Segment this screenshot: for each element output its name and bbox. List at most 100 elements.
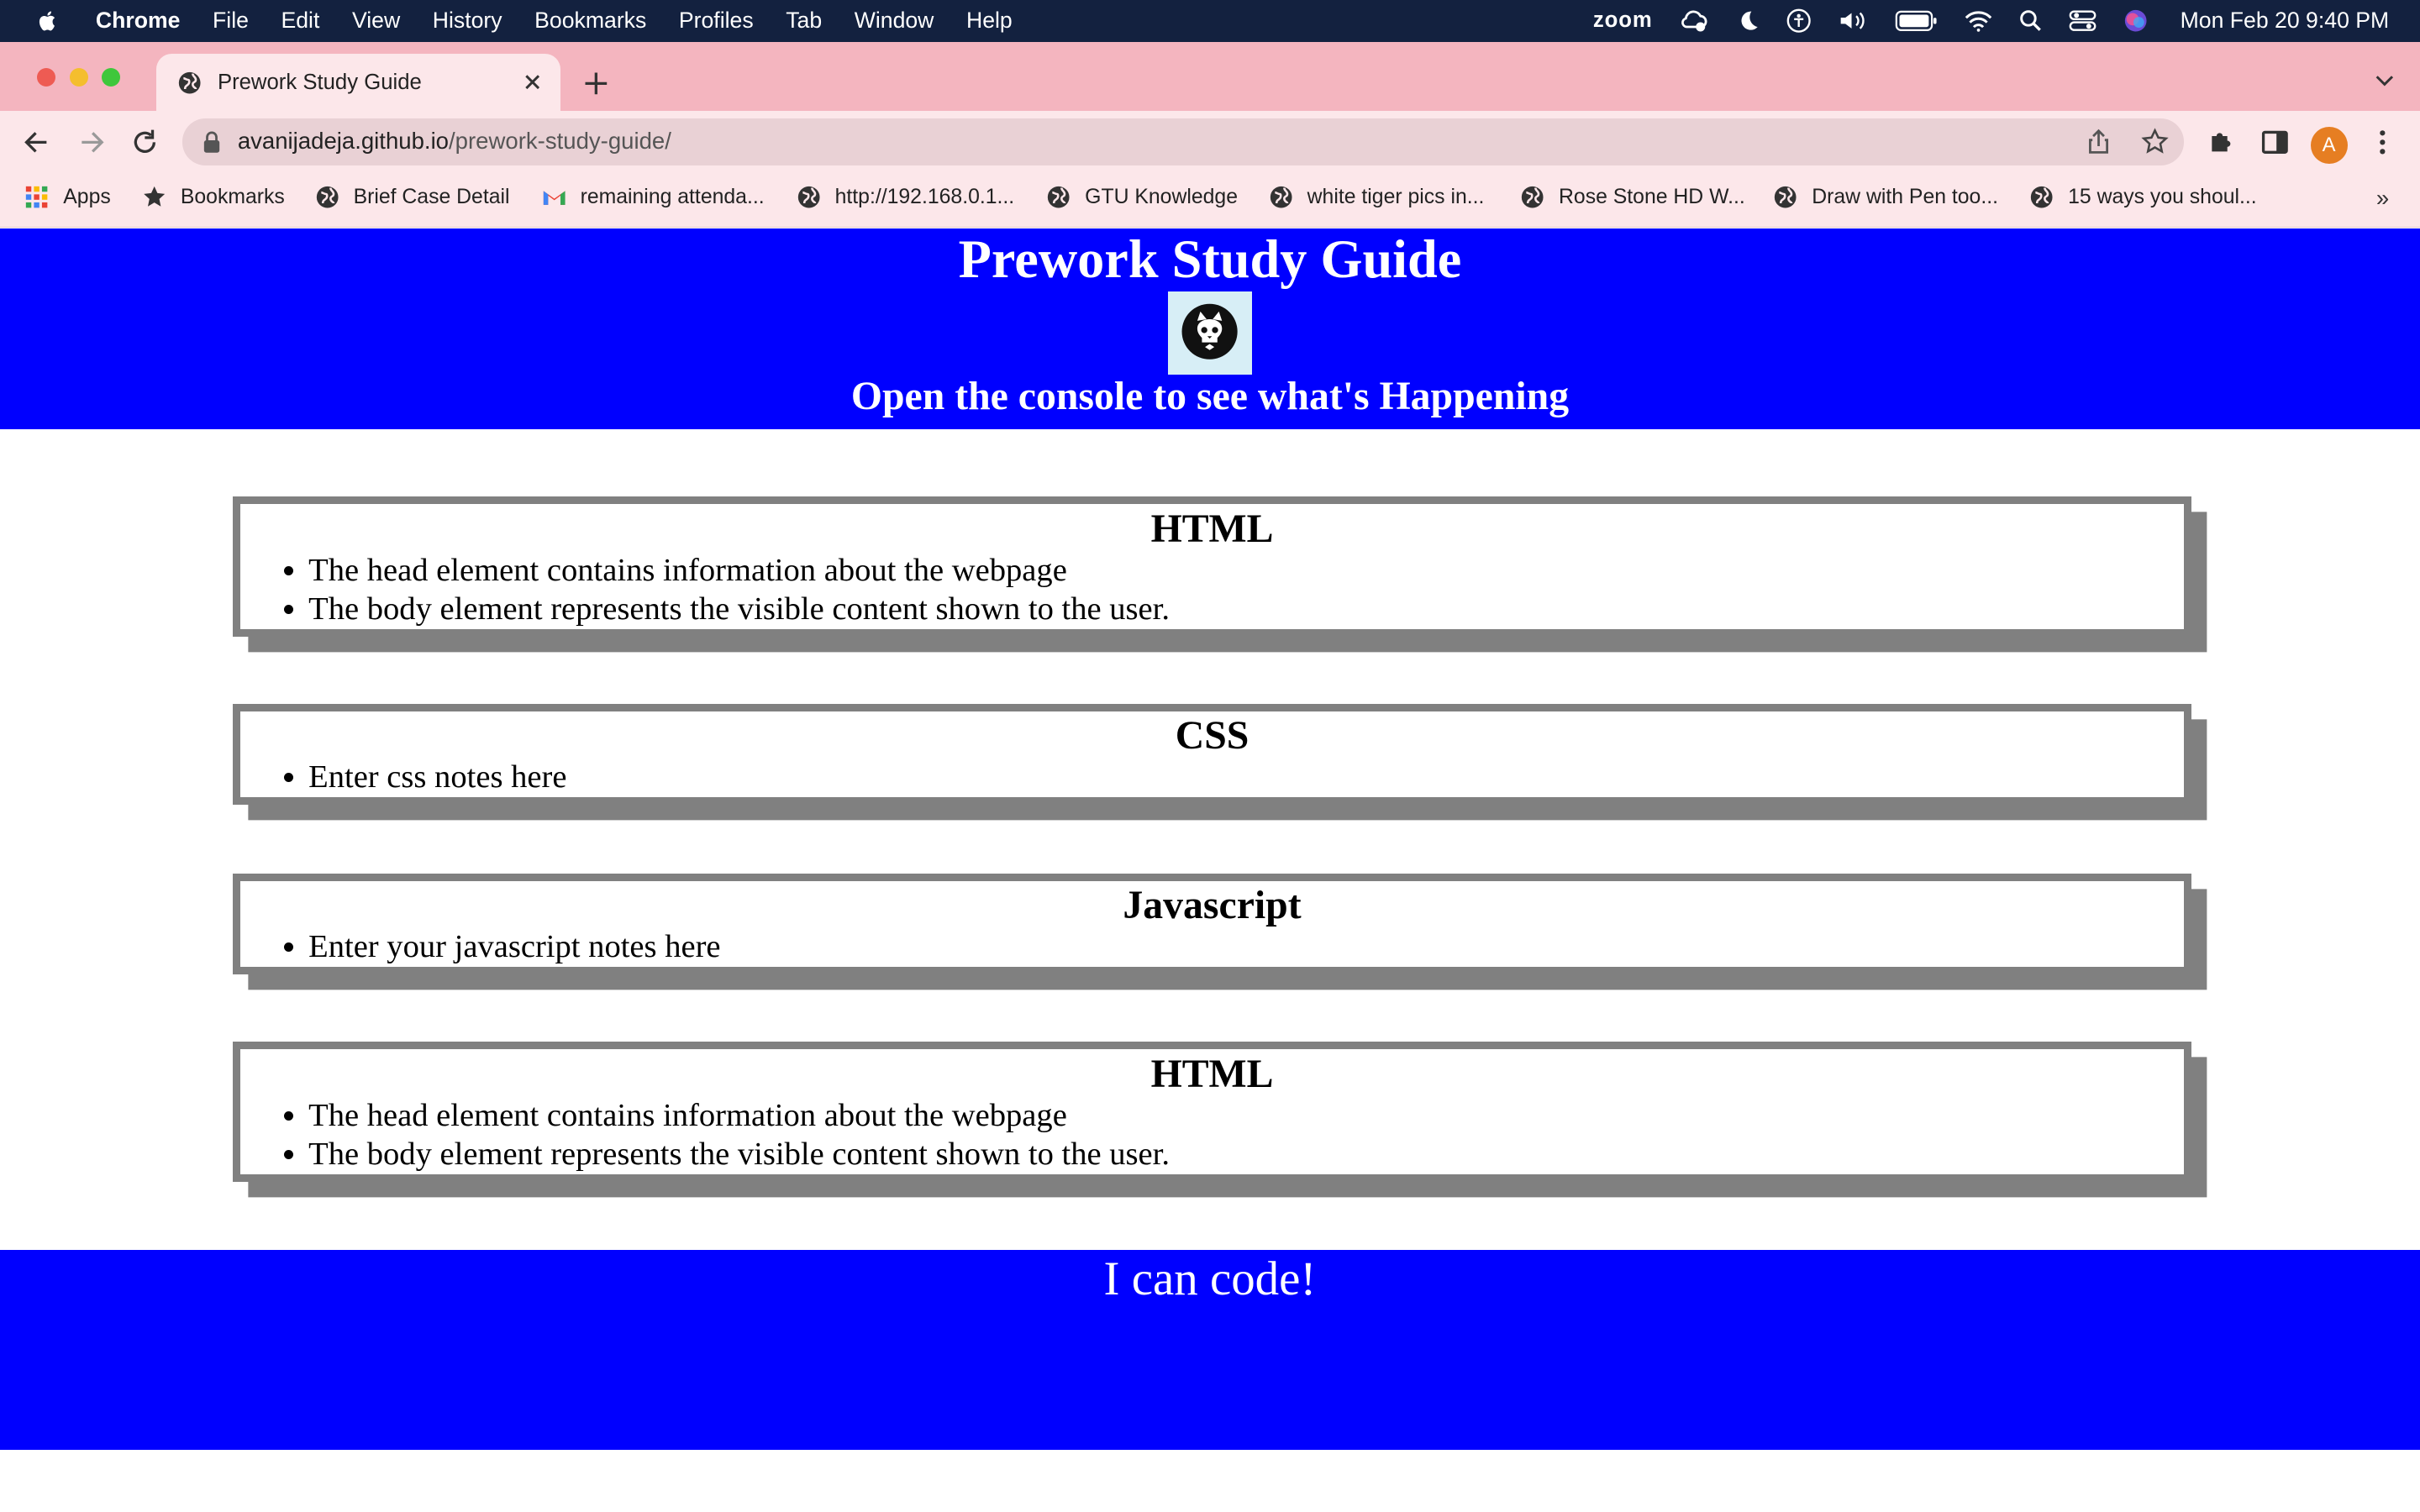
menu-edit[interactable]: Edit [281,8,319,34]
section-card-html-2: HTML The head element contains informati… [233,1041,2191,1182]
browser-tab-strip: Prework Study Guide [0,41,2420,112]
minimize-window-button[interactable] [69,67,88,87]
section-heading: Javascript [1123,883,1302,928]
globe-icon [179,71,201,94]
bookmark-apps[interactable]: Apps [24,185,111,209]
notes-list: The head element contains information ab… [240,1097,2183,1174]
apps-grid-icon [26,186,48,208]
menu-bookmarks[interactable]: Bookmarks [534,8,646,34]
globe-icon [1775,186,1797,208]
bookmark-label: Rose Stone HD W... [1559,186,1745,209]
side-panel-icon[interactable] [2260,127,2291,158]
bookmark-draw-with-pen[interactable]: Draw with Pen too... [1773,185,1998,209]
url-host: avanijadeja.github.io [237,128,450,155]
kebab-menu-icon[interactable] [2367,127,2398,158]
bookmark-brief-case[interactable]: Brief Case Detail [315,185,510,209]
moon-icon[interactable] [1736,8,1760,33]
section-heading: HTML [1150,1051,1274,1096]
list-item: The head element contains information ab… [308,552,2184,591]
notes-list: The head element contains information ab… [240,552,2183,629]
list-item: The body element represents the visible … [308,1136,2184,1174]
reload-icon[interactable] [129,127,160,158]
battery-icon[interactable] [1895,10,1938,32]
volume-icon[interactable] [1838,8,1869,33]
menu-file[interactable]: File [213,8,249,34]
back-arrow-icon[interactable] [22,127,53,158]
close-window-button[interactable] [37,67,56,87]
new-tab-icon[interactable] [581,68,612,99]
wifi-icon[interactable] [1965,10,1992,32]
browser-toolbar: avanijadeja.github.io/prework-study-guid… [0,111,2420,173]
menu-tab[interactable]: Tab [786,8,822,34]
notes-list: Enter css notes here [240,759,2183,797]
bookmark-15-ways[interactable]: 15 ways you shoul... [2029,185,2257,209]
address-bar[interactable]: avanijadeja.github.io/prework-study-guid… [182,118,2184,165]
section-heading: HTML [1150,507,1274,552]
gmail-icon [543,191,566,206]
bookmark-gtu-knowledge[interactable]: GTU Knowledge [1046,185,1238,209]
active-tab[interactable]: Prework Study Guide [155,54,560,112]
share-icon[interactable] [2085,128,2112,155]
maximize-window-button[interactable] [102,67,121,87]
bookmark-label: http://192.168.0.1... [834,186,1015,209]
siri-icon[interactable] [2123,8,2148,33]
globe-icon [797,186,820,208]
section-heading: CSS [1175,713,1249,759]
close-tab-icon[interactable] [520,70,544,94]
cloud-icon[interactable] [1679,8,1710,33]
menu-profiles[interactable]: Profiles [679,8,754,34]
menu-chrome[interactable]: Chrome [96,8,181,34]
site-logo [1168,291,1252,375]
globe-icon [1521,186,1544,208]
bookmark-label: Brief Case Detail [353,186,510,209]
tab-search-chevron-icon[interactable] [2374,70,2396,92]
lock-icon[interactable] [203,131,221,153]
page-subtitle: Open the console to see what's Happening [850,373,1570,418]
globe-icon [316,186,339,208]
menu-view[interactable]: View [352,8,400,34]
bookmark-router-ip[interactable]: http://192.168.0.1... [797,185,1014,209]
control-center-icon[interactable] [2069,8,2096,33]
globe-icon [1270,186,1292,208]
bookmark-remaining-attendance[interactable]: remaining attenda... [542,185,765,209]
star-icon [144,186,166,207]
menu-history[interactable]: History [433,8,502,34]
bookmarks-bar: Apps Bookmarks Brief Case Detail remaini… [0,172,2420,228]
more-bookmarks-chevron-icon[interactable]: » [2376,185,2389,212]
search-icon[interactable] [2018,8,2043,33]
footer-text: I can code! [1103,1252,1317,1305]
accessibility-icon[interactable] [1786,8,1812,33]
zoom-status-item[interactable]: zoom [1593,8,1653,33]
bookmark-label: 15 ways you shoul... [2068,186,2257,209]
bookmark-star-icon[interactable] [2140,128,2169,155]
section-card-css: CSS Enter css notes here [233,703,2191,806]
section-card-javascript: Javascript Enter your javascript notes h… [233,873,2191,975]
notes-list: Enter your javascript notes here [240,928,2183,967]
forward-arrow-icon[interactable] [76,127,107,158]
bookmark-bookmarks[interactable]: Bookmarks [142,185,285,209]
list-item: Enter your javascript notes here [308,928,2184,967]
menu-window[interactable]: Window [855,8,934,34]
list-item: Enter css notes here [308,759,2184,797]
globe-icon [1048,186,1070,208]
bookmark-label: Bookmarks [180,186,285,209]
menu-help[interactable]: Help [966,8,1013,34]
bookmark-label: Apps [63,186,111,209]
page-header: Prework Study Guide Open the console to … [0,228,2420,429]
bookmark-white-tiger[interactable]: white tiger pics in... [1269,185,1484,209]
extensions-puzzle-icon[interactable] [2206,127,2237,158]
tab-title: Prework Study Guide [217,70,422,94]
list-item: The body element represents the visible … [308,591,2184,629]
url-text[interactable]: avanijadeja.github.io/prework-study-guid… [238,128,671,155]
cat-skull-icon [1181,303,1239,360]
bookmark-label: remaining attenda... [580,186,765,209]
menubar-clock[interactable]: Mon Feb 20 9:40 PM [2181,8,2390,34]
apple-icon[interactable] [35,8,60,33]
page-footer: I can code! [0,1249,2420,1451]
globe-icon [2031,186,2053,208]
profile-avatar[interactable]: A [2310,126,2348,164]
bookmark-rose-stone[interactable]: Rose Stone HD W... [1520,185,1745,209]
section-card-html: HTML The head element contains informati… [233,496,2191,638]
list-item: The head element contains information ab… [308,1097,2184,1136]
web-page: Prework Study Guide Open the console to … [0,228,2420,1512]
